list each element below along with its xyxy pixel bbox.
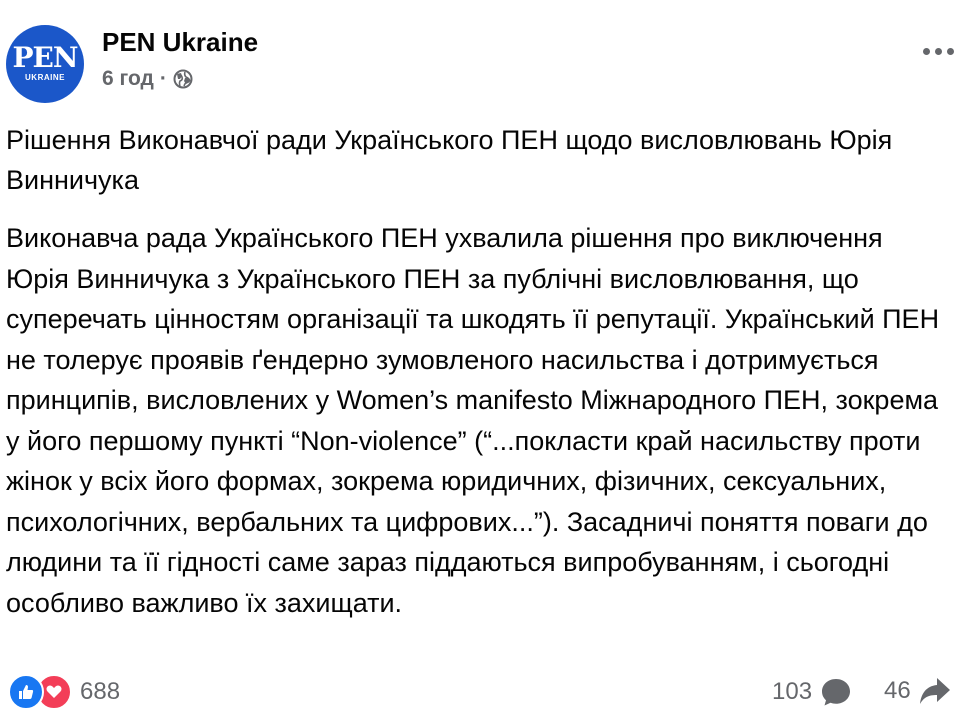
post-title: Рішення Виконавчої ради Українського ПЕН… <box>6 125 893 195</box>
meta-separator: · <box>159 67 167 90</box>
more-dot <box>947 48 954 55</box>
comment-icon <box>822 679 851 706</box>
avatar-logo-text: PEN <box>12 40 79 74</box>
post-footer: 688 103 46 <box>0 670 976 715</box>
facebook-post: PEN UKRAINE PEN Ukraine 6 год · Рішення … <box>0 0 976 725</box>
globe-icon[interactable] <box>173 69 193 89</box>
more-dot <box>923 48 930 55</box>
avatar-logo-subtext: UKRAINE <box>25 72 65 82</box>
like-reaction-icon <box>8 674 44 710</box>
post-time-link[interactable]: 6 год <box>102 67 154 91</box>
comments-count-link[interactable]: 103 <box>772 676 852 708</box>
shares-count: 46 <box>884 677 911 704</box>
post-meta: 6 год · <box>102 67 193 91</box>
page-avatar[interactable]: PEN UKRAINE <box>6 25 84 103</box>
share-icon <box>919 678 950 704</box>
reactions-summary[interactable]: 688 <box>8 674 120 710</box>
post-body: Виконавча рада Українського ПЕН ухвалила… <box>6 223 940 618</box>
reactions-count: 688 <box>80 678 121 705</box>
shares-count-link[interactable]: 46 <box>884 676 951 706</box>
comments-count: 103 <box>772 678 813 705</box>
more-options-icon[interactable] <box>923 48 954 55</box>
more-dot <box>935 48 942 55</box>
page-name-link[interactable]: PEN Ukraine <box>102 27 258 58</box>
